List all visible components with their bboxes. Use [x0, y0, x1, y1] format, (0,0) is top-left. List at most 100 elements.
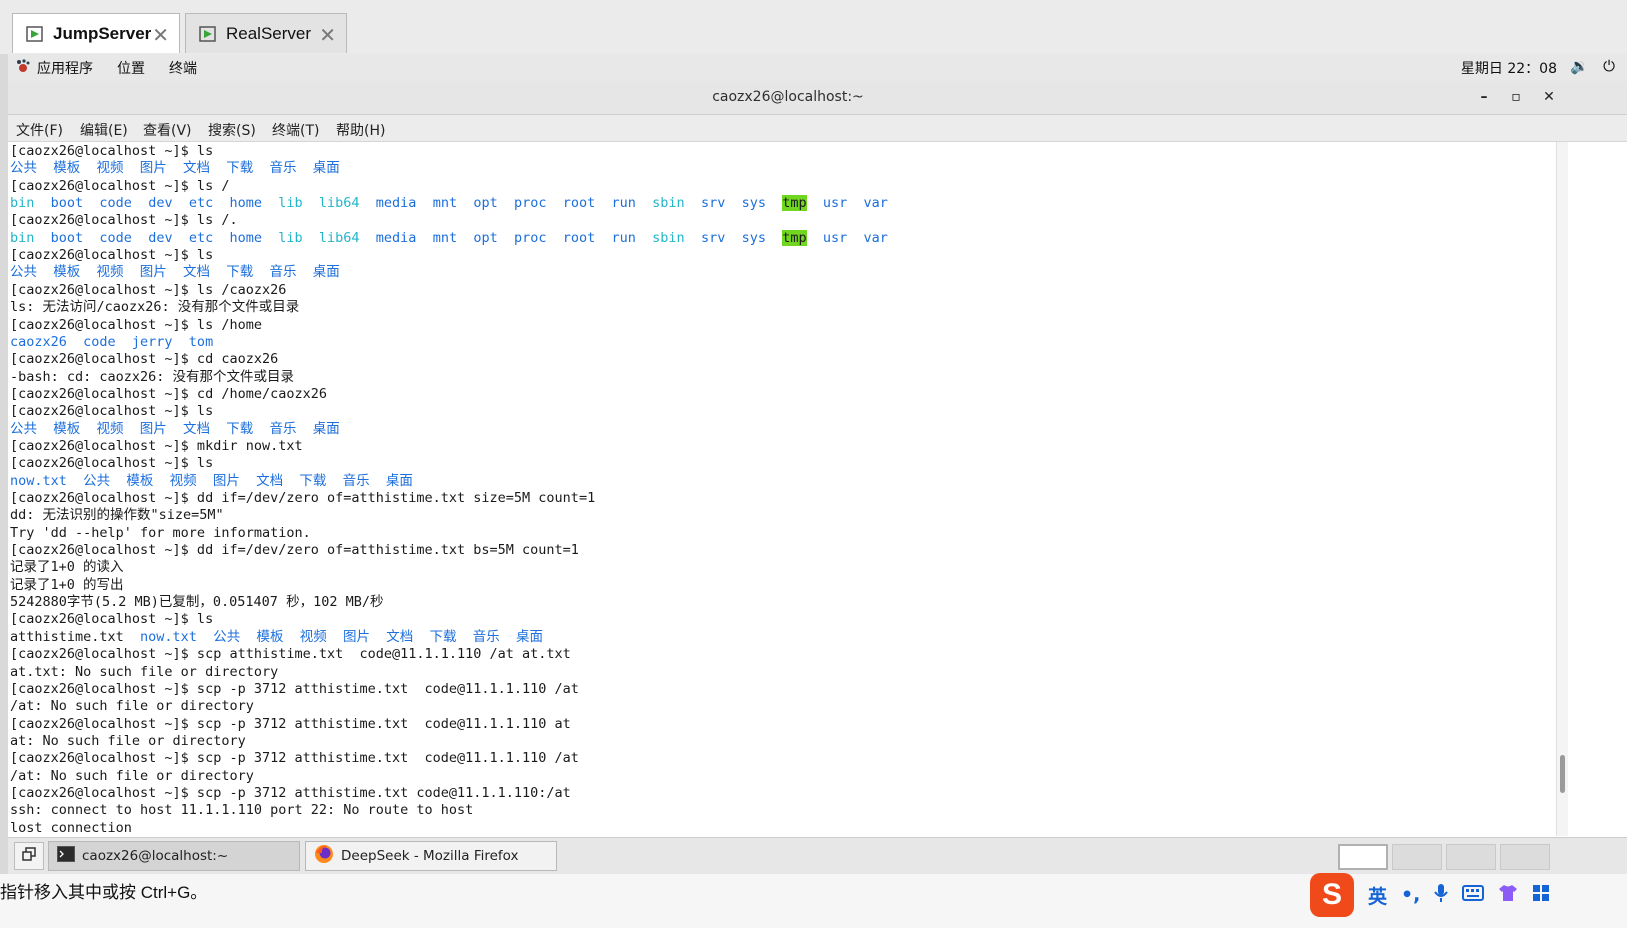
terminal-line: caozx26 code jerry tom: [10, 334, 213, 351]
terminal-text: tmp: [782, 229, 807, 246]
terminal-text: lib lib64: [278, 195, 360, 212]
menu-file[interactable]: 文件(F): [16, 120, 63, 140]
terminal-text: media mnt opt proc root run: [375, 229, 636, 246]
clock[interactable]: 星期日 22：08: [1461, 58, 1557, 78]
terminal-text: 记录了1+0 的写出: [10, 576, 124, 593]
speaker-icon[interactable]: 🔉: [1570, 57, 1589, 75]
terminal-text: Try 'dd --help' for more information.: [10, 524, 311, 541]
tab-label: JumpServer: [53, 23, 152, 43]
grid-icon[interactable]: [1532, 884, 1550, 907]
terminal-line: 公共 模板 视频 图片 文档 下载 音乐 桌面: [10, 264, 340, 281]
terminal-text: [caozx26@localhost ~]$ mkdir now.txt: [10, 437, 303, 454]
vm-input-hint: 指针移入其中或按 Ctrl+G。: [0, 883, 208, 902]
terminal-text: lib lib64: [278, 229, 360, 246]
terminal-text: ssh: connect to host 11.1.1.110 port 22:…: [10, 802, 474, 819]
terminal-line: atthistime.txt now.txt 公共 模板 视频 图片 文档 下载…: [10, 629, 543, 646]
terminal-line: at: No such file or directory: [10, 733, 246, 750]
terminal-text: now.txt 公共 模板 视频 图片 文档 下载 音乐 桌面: [10, 472, 413, 489]
terminal-text: -bash: cd: caozx26: 没有那个文件或目录: [10, 368, 295, 385]
terminal-text: 5242880字节(5.2 MB)已复制，0.051407 秒，102 MB/秒: [10, 594, 384, 611]
firefox-icon: [314, 844, 334, 868]
terminal-line: /at: No such file or directory: [10, 698, 254, 715]
terminal-text: [caozx26@localhost ~]$ dd if=/dev/zero o…: [10, 542, 579, 559]
terminal-line: 记录了1+0 的读入: [10, 559, 124, 576]
scrollbar-thumb[interactable]: [1560, 755, 1565, 793]
microphone-icon[interactable]: [1434, 883, 1449, 908]
terminal-line: [caozx26@localhost ~]$ dd if=/dev/zero o…: [10, 542, 579, 559]
taskbar-item-terminal[interactable]: caozx26@localhost:~: [48, 841, 300, 871]
terminal-menu-bar: 文件(F) 编辑(E) 查看(V) 搜索(S) 终端(T) 帮助(H): [8, 115, 1627, 142]
vm-running-icon: [198, 24, 218, 44]
shirt-icon[interactable]: [1498, 884, 1518, 907]
terminal-text: 公共 模板 视频 图片 文档 下载 音乐 桌面: [10, 264, 340, 281]
terminal-output[interactable]: [caozx26@localhost ~]$ ls 公共 模板 视频 图片 文档 …: [8, 142, 1556, 836]
terminal-text: srv sys: [700, 195, 766, 212]
close-icon[interactable]: ✕: [152, 23, 169, 48]
terminal-line: 5242880字节(5.2 MB)已复制，0.051407 秒，102 MB/秒: [10, 594, 383, 611]
terminal-line: bin boot code dev etc home lib lib64 med…: [10, 229, 888, 247]
menu-terminal[interactable]: 终端(T): [272, 120, 319, 140]
menu-search[interactable]: 搜索(S): [208, 120, 256, 140]
menu-help[interactable]: 帮助(H): [336, 120, 385, 140]
close-button[interactable]: ✕: [1537, 86, 1561, 108]
vm-running-icon: [25, 24, 45, 44]
show-desktop-button[interactable]: [14, 842, 44, 870]
menu-edit[interactable]: 编辑(E): [80, 120, 128, 140]
terminal-text: [caozx26@localhost ~]$ ls /.: [10, 212, 238, 229]
terminal-text: [caozx26@localhost ~]$ scp -p 3712 atthi…: [10, 784, 571, 801]
terminal-text: now.txt 公共 模板 视频 图片 文档 下载 音乐 桌面: [140, 628, 543, 645]
terminal-line: now.txt 公共 模板 视频 图片 文档 下载 音乐 桌面: [10, 473, 413, 490]
places-label: 位置: [117, 61, 145, 77]
terminal-line: lost connection: [10, 820, 132, 836]
terminal-line: -bash: cd: caozx26: 没有那个文件或目录: [10, 369, 294, 386]
show-desktop-icon: [21, 846, 37, 866]
terminal-line: [caozx26@localhost ~]$ ls: [10, 403, 213, 420]
keyboard-icon[interactable]: [1462, 884, 1485, 906]
terminal-text: ls: 无法访问/caozx26: 没有那个文件或目录: [10, 299, 300, 316]
terminal-app-menu[interactable]: 终端: [169, 58, 197, 78]
maximize-button[interactable]: ▫: [1504, 86, 1528, 108]
terminal-line: [caozx26@localhost ~]$ mkdir now.txt: [10, 438, 303, 455]
terminal-scrollbar[interactable]: [1556, 142, 1568, 836]
terminal-line: [caozx26@localhost ~]$ ls: [10, 455, 213, 472]
terminal-line: [caozx26@localhost ~]$ scp -p 3712 atthi…: [10, 716, 571, 733]
close-icon[interactable]: ✕: [319, 23, 336, 48]
menu-view[interactable]: 查看(V): [143, 120, 192, 140]
places-menu[interactable]: 位置: [117, 58, 145, 78]
taskbar-label: caozx26@localhost:~: [82, 848, 229, 864]
terminal-line: /at: No such file or directory: [10, 768, 254, 785]
terminal-line: [caozx26@localhost ~]$ scp atthistime.tx…: [10, 646, 571, 663]
terminal-text: /at: No such file or directory: [10, 767, 254, 784]
terminal-line: 公共 模板 视频 图片 文档 下载 音乐 桌面: [10, 160, 340, 177]
applications-menu[interactable]: 应用程序: [16, 58, 93, 78]
terminal-text: usr var: [822, 195, 888, 212]
terminal-text: [caozx26@localhost ~]$ ls: [10, 143, 214, 159]
power-icon[interactable]: ⏻: [1603, 57, 1615, 75]
tab-jumpserver[interactable]: JumpServer ✕: [12, 13, 180, 53]
terminal-text: [caozx26@localhost ~]$ ls: [10, 455, 214, 472]
vm-tab-bar: JumpServer ✕ RealServer ✕: [0, 0, 1627, 55]
terminal-line: ssh: connect to host 11.1.1.110 port 22:…: [10, 802, 473, 819]
terminal-text: [caozx26@localhost ~]$ ls /: [10, 177, 230, 194]
terminal-line: [caozx26@localhost ~]$ ls /caozx26: [10, 282, 286, 299]
taskbar-item-firefox[interactable]: DeepSeek - Mozilla Firefox: [305, 841, 557, 871]
taskbar-label: DeepSeek - Mozilla Firefox: [341, 848, 519, 864]
terminal-line: [caozx26@localhost ~]$ ls /: [10, 178, 229, 195]
terminal-text: at: No such file or directory: [10, 732, 246, 749]
ime-punctuation[interactable]: •,: [1401, 884, 1420, 906]
terminal-icon: [57, 846, 75, 866]
applications-label: 应用程序: [37, 61, 93, 77]
sogou-logo-icon[interactable]: S: [1310, 873, 1354, 917]
ime-mode[interactable]: 英: [1368, 882, 1387, 909]
host-left-strip: [0, 54, 8, 928]
minimize-button[interactable]: –: [1472, 86, 1496, 108]
window-title: caozx26@localhost:~: [712, 89, 864, 105]
terminal-line: [caozx26@localhost ~]$ ls: [10, 247, 213, 264]
terminal-line: ls: 无法访问/caozx26: 没有那个文件或目录: [10, 299, 299, 316]
tab-realserver[interactable]: RealServer ✕: [185, 13, 347, 53]
